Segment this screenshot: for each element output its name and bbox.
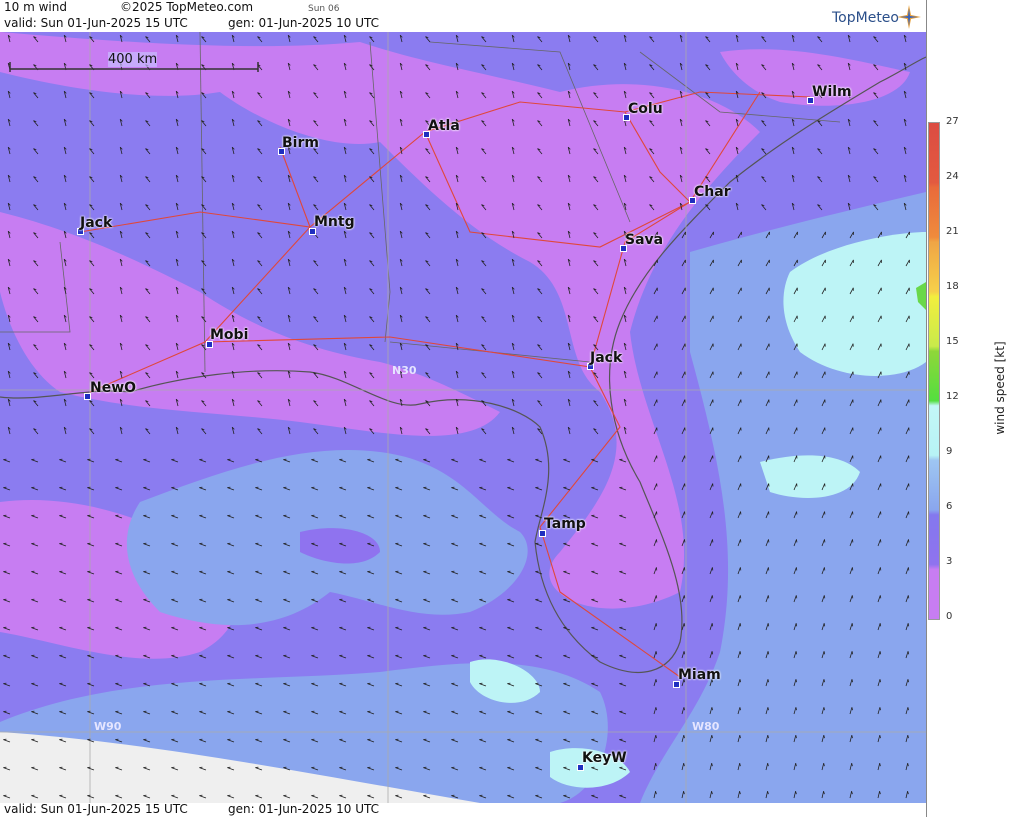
legend-tick: 6 — [946, 501, 953, 512]
legend-tick: 3 — [946, 556, 953, 567]
wind-arrow-head — [683, 623, 686, 627]
compass-logo-icon — [897, 5, 921, 29]
brand-logo: TopMeteo — [832, 10, 899, 26]
wind-arrow-head — [851, 595, 854, 599]
wind-arrow-head — [907, 595, 910, 599]
wind-arrow-head — [655, 623, 658, 627]
city-label-tampa: Tamp — [544, 516, 586, 532]
city-label-atlanta: Atla — [428, 118, 460, 134]
map-footer: valid: Sun 01-Jun-2025 15 UTC gen: 01-Ju… — [0, 802, 926, 817]
legend-tick: 27 — [946, 116, 959, 127]
wind-arrow-head — [823, 595, 826, 599]
copyright: ©2025 TopMeteo.com — [120, 0, 254, 14]
wind-arrow-head — [907, 623, 910, 627]
city-label-new-orleans: NewO — [90, 380, 137, 396]
field-label: 10 m wind — [4, 0, 67, 14]
legend-tick: 15 — [946, 336, 959, 347]
wind-arrow-head — [711, 595, 714, 599]
city-label-jackson-ms: Jack — [80, 215, 113, 231]
legend-tick: 12 — [946, 391, 959, 402]
wind-arrow-head — [683, 595, 686, 599]
wind-arrow-head — [823, 623, 826, 627]
city-label-key-west: KeyW — [582, 750, 627, 766]
city-label-miami: Miam — [678, 667, 721, 683]
legend-tick: 21 — [946, 226, 959, 237]
city-label-charleston: Char — [694, 184, 731, 200]
city-label-mobile: Mobi — [210, 327, 249, 343]
wind-arrow-head — [767, 595, 770, 599]
wind-arrow-head — [739, 595, 742, 599]
city-label-wilmington: Wilm — [812, 84, 852, 100]
wind-arrow-head — [711, 623, 714, 627]
grid-label-n30: N30 — [392, 364, 417, 377]
grid-label-w90: W90 — [94, 720, 122, 733]
wind-map — [0, 32, 926, 803]
footer-valid-time: valid: Sun 01-Jun-2025 15 UTC — [4, 802, 188, 816]
city-label-savannah: Sava — [625, 232, 664, 248]
wind-arrow-head — [795, 623, 798, 627]
distance-scale-label: 400 km — [108, 52, 158, 67]
wind-speed-color-scale — [928, 122, 940, 620]
grid-label-w80: W80 — [692, 720, 720, 733]
legend-tick: 0 — [946, 611, 953, 622]
city-label-birmingham: Birm — [282, 135, 319, 151]
city-label-columbia: Colu — [628, 101, 663, 117]
wind-arrow-head — [739, 623, 742, 627]
legend-tick: 9 — [946, 446, 953, 457]
wind-arrow-head — [655, 595, 658, 599]
day-label: Sun 06 — [308, 4, 340, 14]
legend-tick: 18 — [946, 281, 959, 292]
wind-arrow-head — [879, 595, 882, 599]
wind-arrow-head — [795, 595, 798, 599]
wind-arrow-head — [767, 623, 770, 627]
valid-time: valid: Sun 01-Jun-2025 15 UTC — [4, 16, 188, 30]
legend-title: wind speed [kt] — [993, 341, 1007, 435]
footer-generation-time: gen: 01-Jun-2025 10 UTC — [228, 802, 380, 816]
city-label-montgomery: Mntg — [314, 214, 355, 230]
legend-tick: 24 — [946, 171, 959, 182]
wind-arrow-head — [851, 623, 854, 627]
wind-arrow-head — [879, 623, 882, 627]
generation-time: gen: 01-Jun-2025 10 UTC — [228, 16, 380, 30]
city-label-jacksonville: Jack — [590, 350, 623, 366]
map-header: 10 m wind ©2025 TopMeteo.com Sun 06 vali… — [0, 0, 926, 32]
